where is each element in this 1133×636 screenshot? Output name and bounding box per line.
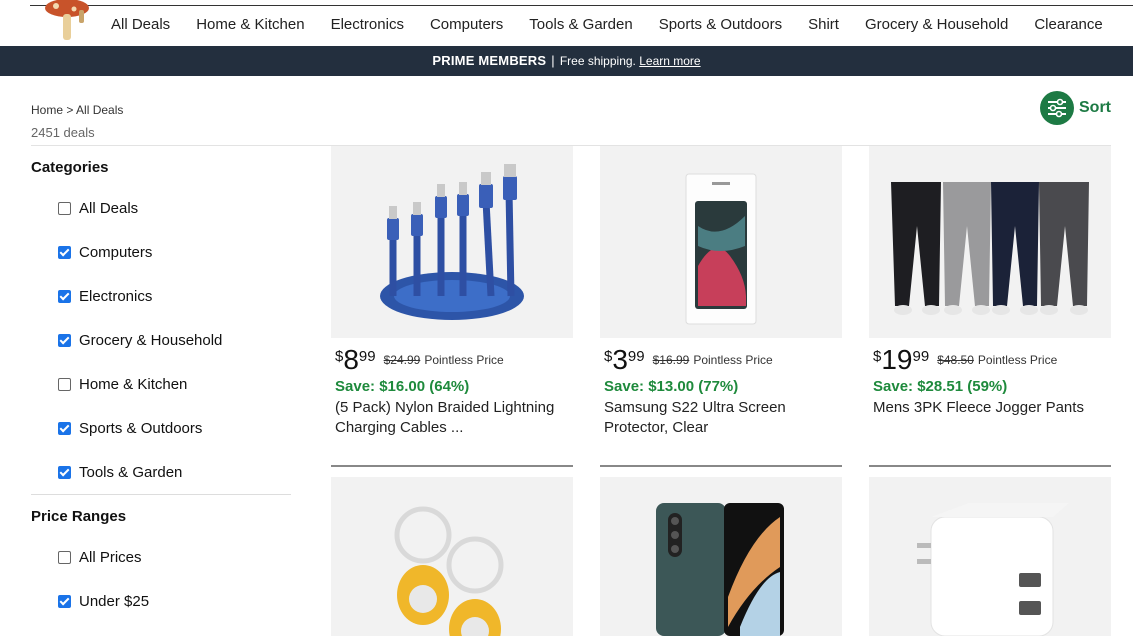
prime-banner: PRIME MEMBERS | Free shipping. Learn more [0,46,1133,76]
nav-computers[interactable]: Computers [430,16,503,33]
top-nav: All Deals Home & Kitchen Electronics Com… [0,0,1133,46]
nav-grocery-household[interactable]: Grocery & Household [865,16,1008,33]
product-image-screen-protector[interactable] [600,146,842,338]
checkbox-icon[interactable] [58,465,71,479]
price: $3 99 $16.99 Pointless Price [604,346,842,374]
top-rule [30,5,1133,6]
product-image-charging-cables[interactable] [331,146,573,338]
filter-label: Tools & Garden [79,463,183,481]
product-title[interactable]: (5 Pack) Nylon Braided Lightning Chargin… [335,398,571,438]
filter-option[interactable]: Electronics [31,274,291,318]
card-divider [869,465,1111,467]
price-dollars: 3 [612,344,628,375]
store-logo-icon[interactable] [34,0,104,46]
price-cents: 99 [358,348,376,365]
filter-option[interactable]: Sports & Outdoors [31,406,291,450]
currency-symbol: $ [335,348,344,365]
filter-option[interactable]: Tools & Garden [31,450,291,494]
filter-label: All Deals [79,199,139,217]
filter-label: Grocery & Household [79,331,223,349]
price-tag: Pointless Price [977,353,1058,367]
sliders-icon [1040,91,1074,125]
nav-clearance[interactable]: Clearance [1034,16,1102,33]
filter-label: Sports & Outdoors [79,419,203,437]
product-image-airtag-keyrings[interactable] [331,477,573,636]
filter-option[interactable]: Home & Kitchen [31,362,291,406]
filter-label: All Prices [79,548,142,566]
nav-shirt[interactable]: Shirt [808,16,839,33]
filter-label: Under $25 [79,592,150,610]
price-tag: Pointless Price [693,353,773,367]
price: $8 99 $24.99 Pointless Price [335,346,573,374]
savings: Save: $16.00 (64%) [335,378,470,395]
filter-label: Home & Kitchen [79,375,188,393]
was-price: $48.50 [937,353,974,367]
nav-sports-outdoors[interactable]: Sports & Outdoors [659,16,782,33]
was-price: $16.99 [652,353,690,367]
currency-symbol: $ [873,348,882,365]
category-nav: All Deals Home & Kitchen Electronics Com… [98,16,1116,33]
categories-heading: Categories [31,159,109,176]
product-card[interactable]: $19 99 $48.50 Pointless Price Save: $28.51 … [869,146,1111,467]
banner-text: Free shipping. [559,54,636,68]
savings: Save: $13.00 (77%) [604,378,739,395]
card-divider [331,465,573,467]
nav-home-kitchen[interactable]: Home & Kitchen [196,16,304,33]
product-image-jogger-pants[interactable] [869,146,1111,338]
checkbox-icon[interactable] [58,245,71,259]
savings: Save: $28.51 (59%) [873,378,1008,395]
checkbox-icon[interactable] [58,550,71,564]
price-ranges-heading: Price Ranges [31,508,127,525]
was-price: $24.99 [383,353,421,367]
price: $19 99 $48.50 Pointless Price [873,346,1111,374]
checkbox-icon[interactable] [58,333,71,347]
card-divider [600,465,842,467]
product-card[interactable] [331,477,573,636]
sort-label: Sort [1079,99,1111,116]
product-card[interactable] [600,477,842,636]
learn-more-link[interactable]: Learn more [639,54,700,68]
nav-tools-garden[interactable]: Tools & Garden [529,16,632,33]
price-cents: 99 [912,348,930,365]
currency-symbol: $ [604,348,613,365]
price-dollars: 19 [881,344,913,375]
checkbox-icon[interactable] [58,421,71,435]
price-tag: Pointless Price [424,353,504,367]
product-title[interactable]: Mens 3PK Fleece Jogger Pants [873,398,1109,418]
price-dollars: 8 [343,344,359,375]
banner-separator: | [551,53,555,68]
price-cents: 99 [627,348,645,365]
checkbox-icon[interactable] [58,377,71,391]
deal-count: 2451 deals [31,125,95,140]
breadcrumb[interactable]: Home > All Deals [31,103,123,117]
product-image-foldable-phone[interactable] [600,477,842,636]
filter-label: Computers [79,243,153,261]
nav-all-deals[interactable]: All Deals [111,16,170,33]
filter-sidebar: Categories All Deals Computers Electroni… [31,150,291,623]
sidebar-divider [31,494,291,495]
product-card[interactable] [869,477,1111,636]
filter-label: Electronics [79,287,153,305]
filter-option[interactable]: Under $25 [31,579,291,623]
banner-title: PRIME MEMBERS [432,53,547,68]
filter-option[interactable]: Grocery & Household [31,318,291,362]
product-image-usb-wall-charger[interactable] [869,477,1111,636]
sort-button[interactable]: Sort [1040,91,1111,125]
filter-option[interactable]: All Deals [31,186,291,230]
checkbox-icon[interactable] [58,289,71,303]
nav-electronics[interactable]: Electronics [331,16,404,33]
checkbox-icon[interactable] [58,201,71,215]
filter-option[interactable]: All Prices [31,535,291,579]
product-title[interactable]: Samsung S22 Ultra Screen Protector, Clea… [604,398,840,438]
filter-option[interactable]: Computers [31,230,291,274]
product-card[interactable]: $8 99 $24.99 Pointless Price Save: $16.00 (… [331,146,573,467]
checkbox-icon[interactable] [58,594,71,608]
product-card[interactable]: $3 99 $16.99 Pointless Price Save: $13.00 (… [600,146,842,467]
